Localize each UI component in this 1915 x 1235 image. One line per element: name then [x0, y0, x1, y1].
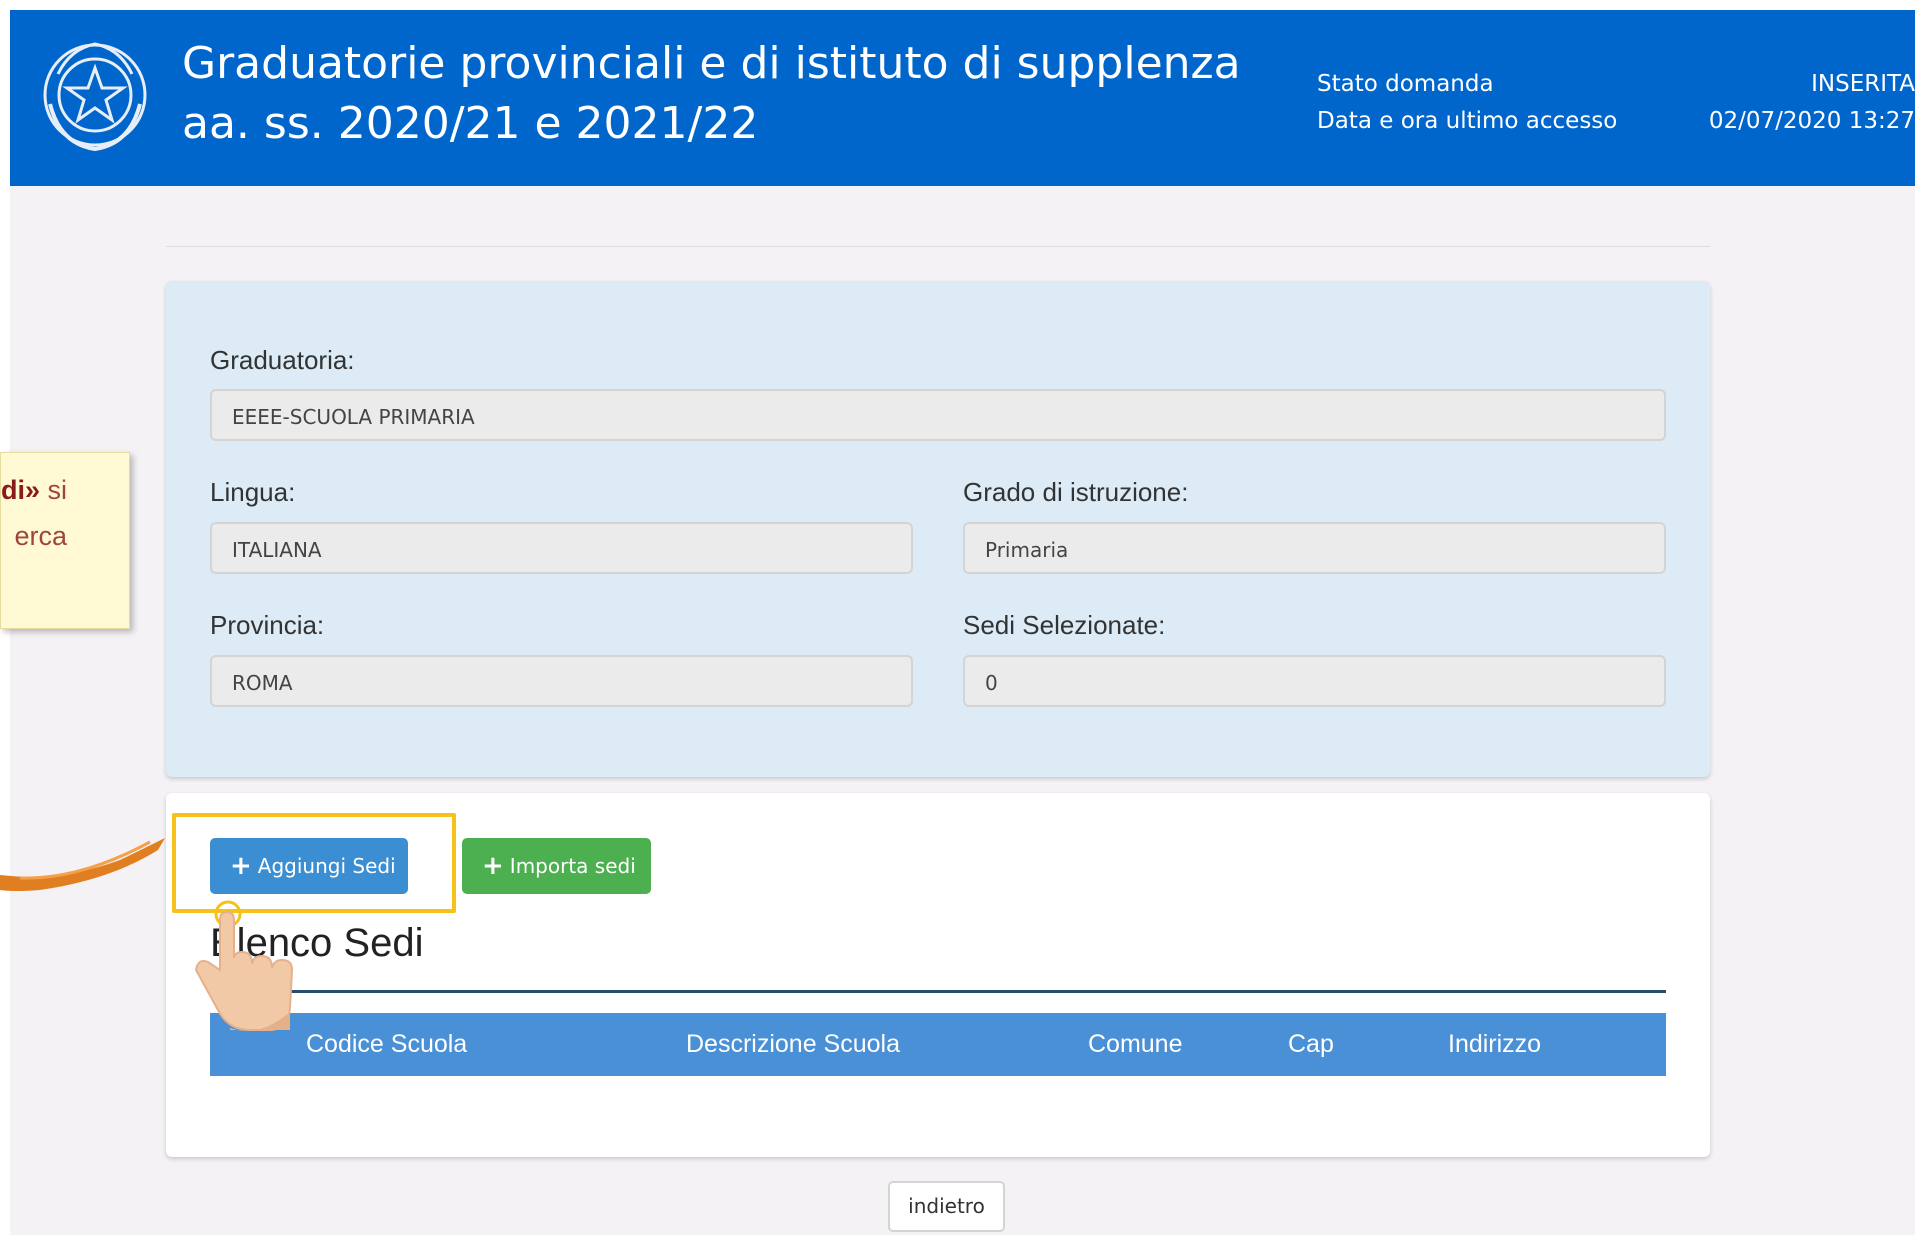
- import-sedi-label: Importa sedi: [509, 854, 636, 878]
- plus-icon: +: [230, 851, 252, 881]
- divider: [166, 246, 1710, 247]
- import-sedi-button[interactable]: + Importa sedi: [462, 838, 651, 894]
- status-labels: Stato domanda Data e ora ultimo accesso: [1317, 66, 1617, 140]
- callout-line-2: erca: [14, 521, 67, 551]
- page: Graduatorie provinciali e di istituto di…: [10, 10, 1915, 1235]
- title-line-1: Graduatorie provinciali e di istituto di…: [182, 38, 1241, 89]
- column-header[interactable]: Cap: [1288, 1013, 1334, 1076]
- callout-text: di» si erca: [0, 467, 68, 559]
- graduatoria-label: Graduatoria:: [210, 345, 355, 375]
- graduatoria-field[interactable]: EEEE-SCUOLA PRIMARIA: [210, 389, 1666, 441]
- add-sedi-label: Aggiungi Sedi: [257, 854, 396, 878]
- provincia-label: Provincia:: [210, 610, 325, 640]
- column-header[interactable]: Indirizzo: [1448, 1013, 1541, 1076]
- table-header: Codice Scuola Descrizione Scuola Comune …: [210, 1013, 1666, 1076]
- column-header[interactable]: Codice Scuola: [306, 1013, 467, 1076]
- sedi-selezionate-field[interactable]: 0: [963, 655, 1666, 707]
- lingua-label: Lingua:: [210, 477, 296, 507]
- republic-emblem-icon: [43, 42, 147, 152]
- last-access-value: 02/07/2020 13:27: [1708, 108, 1915, 134]
- grado-field[interactable]: Primaria: [963, 522, 1666, 574]
- sedi-list-panel: + Aggiungi Sedi + Importa sedi Elenco Sedi…: [166, 793, 1710, 1157]
- column-header[interactable]: Descrizione Scuola: [686, 1013, 900, 1076]
- lingua-field[interactable]: ITALIANA: [210, 522, 913, 574]
- hand-pointer-icon: [194, 900, 294, 1031]
- column-header[interactable]: Comune: [1088, 1013, 1183, 1076]
- domanda-info-panel: Graduatoria: EEEE-SCUOLA PRIMARIA Lingua…: [166, 281, 1710, 777]
- app-header: Graduatorie provinciali e di istituto di…: [10, 10, 1915, 186]
- last-access-label: Data e ora ultimo accesso: [1317, 108, 1618, 134]
- provincia-field[interactable]: ROMA: [210, 655, 913, 707]
- grado-label: Grado di istruzione:: [963, 477, 1189, 507]
- plus-icon: +: [482, 851, 504, 881]
- callout-rest: si: [40, 475, 68, 505]
- callout-bold: di»: [0, 475, 40, 505]
- pointer-brush-stroke-icon: [0, 838, 165, 891]
- status-value: INSERITA: [1811, 71, 1915, 97]
- status-label: Stato domanda: [1317, 71, 1494, 97]
- list-title-rule: [210, 990, 1666, 993]
- back-button[interactable]: indietro: [888, 1181, 1005, 1232]
- sedi-selezionate-label: Sedi Selezionate:: [963, 610, 1166, 640]
- tooltip-callout: di» si erca: [0, 452, 130, 629]
- page-title: Graduatorie provinciali e di istituto di…: [182, 34, 1241, 154]
- add-sedi-button[interactable]: + Aggiungi Sedi: [210, 838, 408, 894]
- status-values: INSERITA 02/07/2020 13:27: [1709, 66, 1915, 140]
- title-line-2: aa. ss. 2020/21 e 2021/22: [182, 98, 759, 149]
